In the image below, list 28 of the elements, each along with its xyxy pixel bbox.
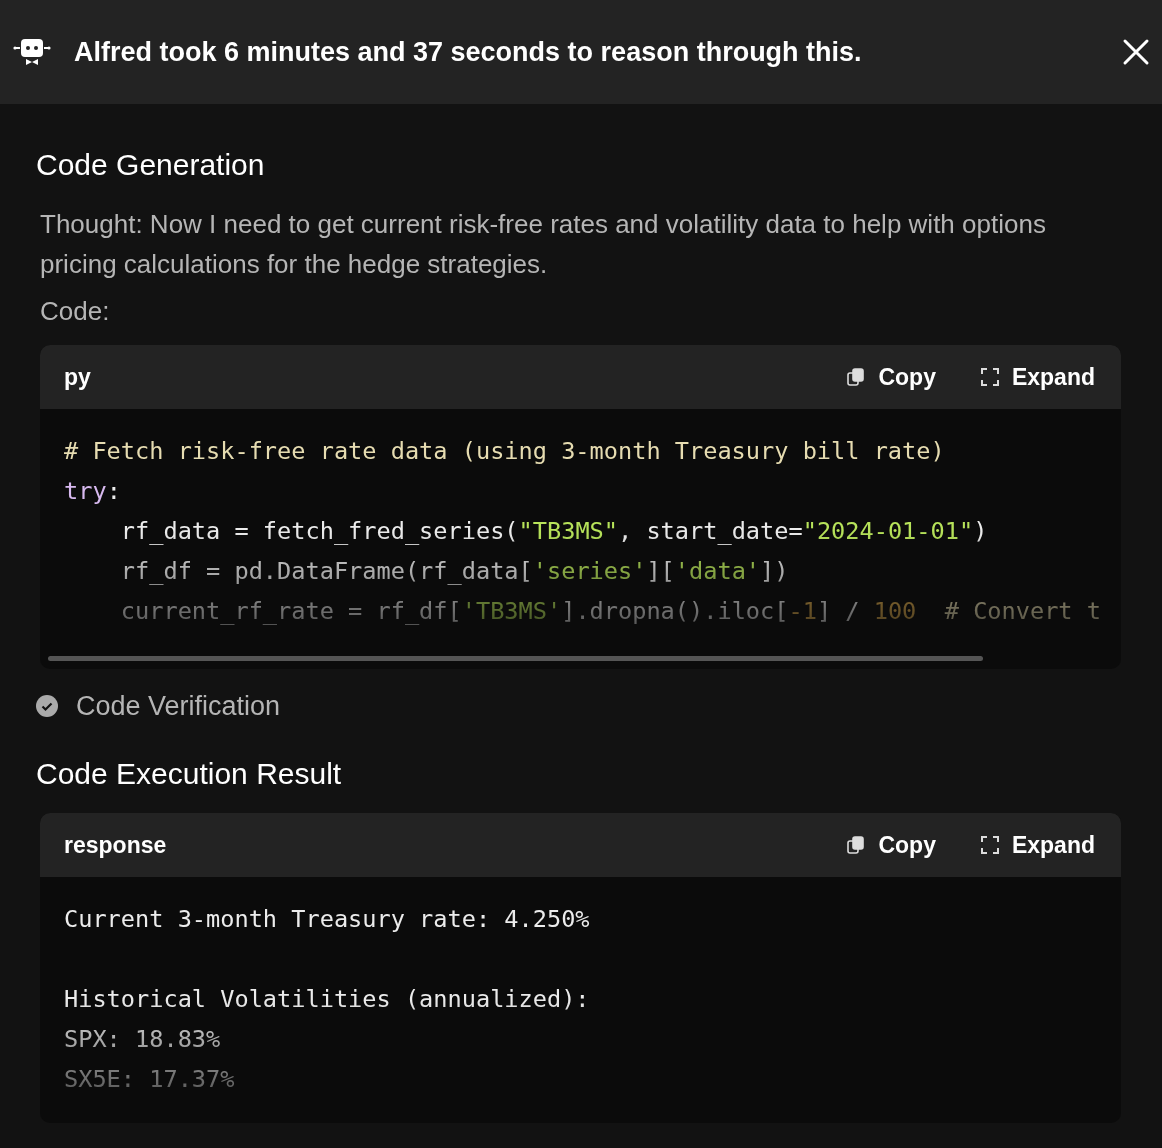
code-line: try:	[64, 476, 122, 507]
thought-text: Thought: Now I need to get current risk-free rates and volatility data to help with options pricing calculations for the hedge strategies.	[40, 208, 1047, 281]
code-line: SPX: 18.83%	[64, 1024, 222, 1055]
header-title: Alfred took 6 minutes and 37 seconds to reason through this.	[74, 36, 863, 68]
code-line: Current 3-month Treasury rate: 4.250%	[64, 904, 591, 935]
copy-button[interactable]: Copy	[846, 363, 936, 391]
code-language-label: response	[64, 831, 168, 859]
close-button[interactable]	[1122, 38, 1150, 66]
code-line: current_rf_rate = rf_df['TB3MS'].dropna().iloc[-1] / 100 # Convert t	[119, 596, 1102, 627]
expand-icon	[979, 835, 1000, 855]
code-line: rf_data = fetch_fred_series("TB3MS", start_date="2024-01-01")	[119, 516, 989, 547]
code-language-label: py	[64, 363, 92, 391]
section-heading: Code Execution Result	[36, 757, 343, 791]
expand-icon	[979, 367, 1000, 387]
code-label: Code:	[40, 296, 111, 327]
expand-button[interactable]: Expand	[979, 831, 1095, 859]
code-line: SX5E: 17.37%	[64, 1064, 236, 1095]
code-line: # Fetch risk-free rate data (using 3-month Treasury bill rate)	[64, 436, 946, 467]
code-line: Historical Volatilities (annualized):	[64, 984, 591, 1015]
step-label: Code Verification	[76, 691, 281, 721]
expand-button[interactable]: Expand	[979, 363, 1095, 391]
section-heading: Code Generation	[36, 148, 266, 182]
copy-icon	[846, 835, 867, 855]
code-line: rf_df = pd.DataFrame(rf_data['series']['data'])	[119, 556, 790, 587]
copy-button[interactable]: Copy	[846, 831, 936, 859]
copy-icon	[846, 367, 867, 387]
robot-icon	[12, 37, 52, 67]
scrollbar-thumb[interactable]	[48, 656, 983, 661]
